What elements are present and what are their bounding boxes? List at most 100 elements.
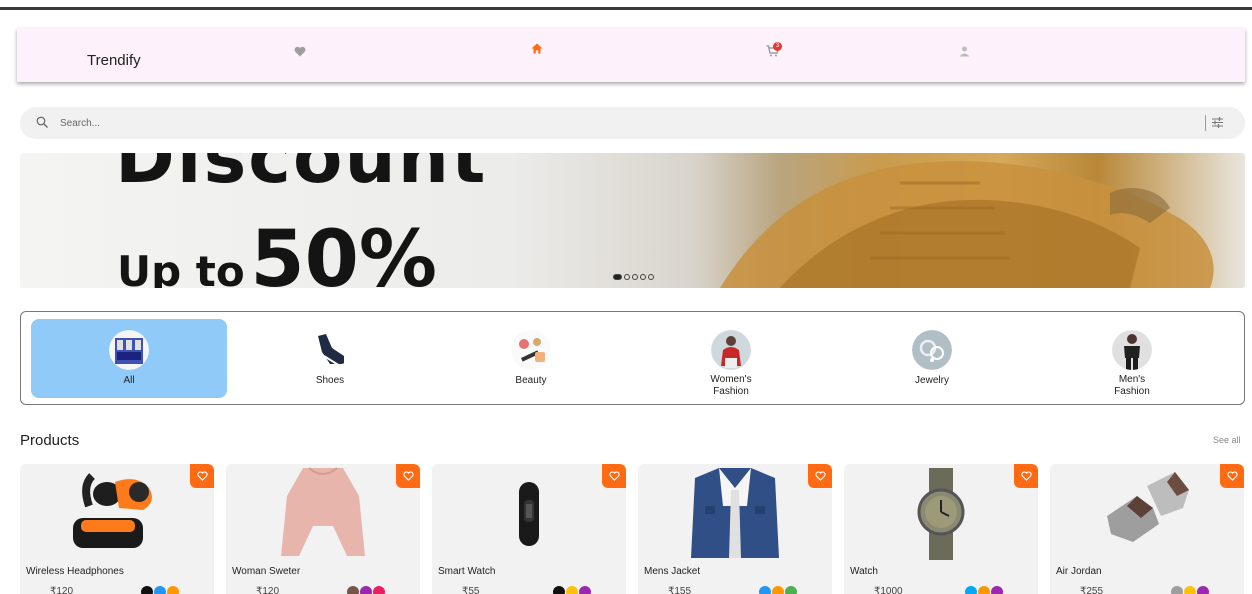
color-swatch[interactable] — [759, 586, 771, 594]
banner-headline: Discount — [115, 153, 488, 199]
search-divider — [1205, 115, 1206, 131]
category-label: Women's Fashion — [710, 374, 752, 397]
product-price: ₹120 — [256, 586, 280, 594]
product-price: ₹120 — [50, 586, 74, 594]
category-all[interactable]: All — [31, 319, 227, 398]
heart-outline-icon — [608, 471, 620, 481]
color-swatch[interactable] — [373, 586, 385, 594]
color-swatches — [347, 586, 385, 594]
search-input[interactable] — [60, 115, 1160, 131]
color-swatch[interactable] — [347, 586, 359, 594]
carousel-dot[interactable] — [613, 274, 622, 280]
heart-outline-icon — [814, 471, 826, 481]
category-jewelry[interactable]: Jewelry — [834, 319, 1030, 398]
top-navbar: Trendify 3 — [17, 28, 1245, 82]
product-name: Woman Sweter — [232, 566, 301, 577]
color-swatch[interactable] — [978, 586, 990, 594]
color-swatch[interactable] — [991, 586, 1003, 594]
favorite-button[interactable] — [808, 464, 832, 488]
color-swatch[interactable] — [1171, 586, 1183, 594]
favorite-button[interactable] — [1014, 464, 1038, 488]
category-beauty-image — [511, 330, 551, 370]
category-all-image — [109, 330, 149, 370]
color-swatch[interactable] — [154, 586, 166, 594]
category-mens-fashion-image — [1112, 330, 1152, 370]
product-card[interactable]: Woman Sweter ₹120 — [226, 464, 420, 594]
product-image — [281, 467, 365, 556]
category-jewelry-image — [912, 330, 952, 370]
home-icon[interactable] — [529, 40, 545, 56]
see-all-link[interactable]: See all — [1213, 435, 1241, 445]
product-name: Watch — [850, 566, 878, 577]
filter-icon[interactable] — [1211, 116, 1224, 134]
carousel-indicator — [613, 274, 654, 280]
heart-outline-icon — [1020, 471, 1032, 481]
heart-outline-icon — [402, 471, 414, 481]
promo-banner[interactable]: Discount Up to 50% — [20, 153, 1245, 288]
product-image — [917, 468, 965, 560]
product-card[interactable]: Mens Jacket ₹155 — [638, 464, 832, 594]
product-name: Smart Watch — [438, 566, 496, 577]
carousel-dot[interactable] — [648, 274, 654, 280]
category-label: Beauty — [515, 375, 547, 386]
favorite-button[interactable] — [602, 464, 626, 488]
color-swatches — [965, 586, 1003, 594]
category-label: All — [123, 375, 135, 386]
product-image — [691, 468, 779, 558]
banner-subheadline: Up to 50% — [117, 215, 437, 288]
product-card[interactable]: Wireless Headphones ₹120 — [20, 464, 214, 594]
color-swatches — [1171, 586, 1209, 594]
category-shoes-image — [310, 330, 350, 370]
color-swatch[interactable] — [141, 586, 153, 594]
heart-outline-icon — [1226, 471, 1238, 481]
color-swatch[interactable] — [1197, 586, 1209, 594]
category-shoes[interactable]: Shoes — [232, 319, 428, 398]
color-swatches — [759, 586, 797, 594]
banner-sub-prefix: Up to — [117, 247, 245, 288]
category-label: Jewelry — [915, 375, 949, 386]
color-swatch[interactable] — [360, 586, 372, 594]
brand-logo: Trendify — [87, 52, 141, 69]
favorite-button[interactable] — [1220, 464, 1244, 488]
carousel-dot[interactable] — [632, 274, 638, 280]
category-strip: All Shoes Beauty Women's Fashion Jewelry … — [20, 311, 1245, 405]
favorite-button[interactable] — [190, 464, 214, 488]
search-icon[interactable] — [36, 116, 49, 134]
cart-count-badge: 3 — [773, 42, 782, 51]
color-swatches — [553, 586, 591, 594]
carousel-dot[interactable] — [640, 274, 646, 280]
color-swatches — [141, 586, 179, 594]
color-swatch[interactable] — [579, 586, 591, 594]
favorite-button[interactable] — [396, 464, 420, 488]
category-beauty[interactable]: Beauty — [433, 319, 629, 398]
color-swatch[interactable] — [772, 586, 784, 594]
product-name: Mens Jacket — [644, 566, 701, 577]
product-price: ₹155 — [668, 586, 692, 594]
product-image — [1107, 472, 1189, 542]
product-image — [519, 482, 539, 546]
category-mens-fashion[interactable]: Men's Fashion — [1034, 319, 1230, 398]
product-card[interactable]: Smart Watch ₹55 — [432, 464, 626, 594]
category-label: Shoes — [315, 375, 345, 386]
product-card[interactable]: Air Jordan ₹255 — [1050, 464, 1244, 594]
color-swatch[interactable] — [553, 586, 565, 594]
product-price: ₹1000 — [874, 586, 903, 594]
color-swatch[interactable] — [1184, 586, 1196, 594]
product-name: Air Jordan — [1056, 566, 1102, 577]
search-bar — [20, 107, 1245, 139]
heart-icon[interactable] — [292, 43, 308, 59]
products-section-title: Products — [20, 432, 80, 449]
color-swatch[interactable] — [566, 586, 578, 594]
heart-outline-icon — [196, 471, 208, 481]
user-icon[interactable] — [956, 43, 972, 59]
color-swatch[interactable] — [785, 586, 797, 594]
color-swatch[interactable] — [965, 586, 977, 594]
carousel-dot[interactable] — [624, 274, 630, 280]
product-card[interactable]: Watch ₹1000 — [844, 464, 1038, 594]
category-womens-fashion[interactable]: Women's Fashion — [633, 319, 829, 398]
category-label: Men's Fashion — [1114, 374, 1150, 397]
product-name: Wireless Headphones — [26, 566, 124, 577]
color-swatch[interactable] — [167, 586, 179, 594]
cart-icon[interactable]: 3 — [765, 42, 782, 59]
product-price: ₹255 — [1080, 586, 1104, 594]
